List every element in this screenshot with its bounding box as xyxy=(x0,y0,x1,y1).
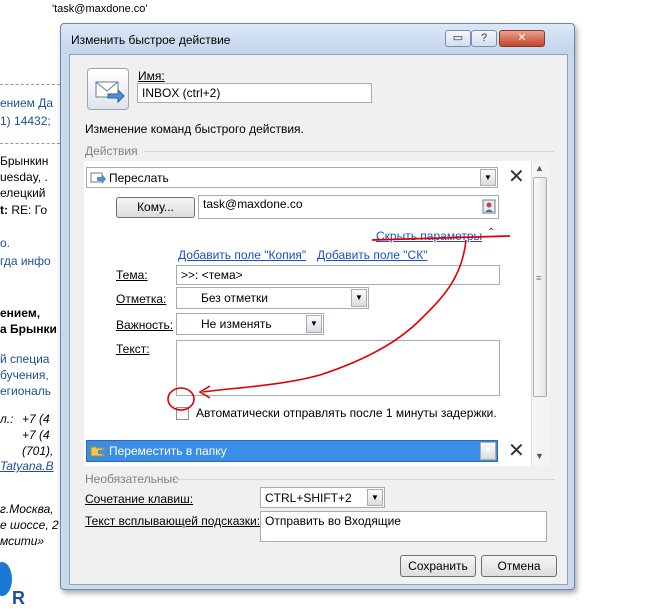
restore-icon: ▭ xyxy=(452,32,464,44)
bg-logo-icon xyxy=(0,562,12,596)
scroll-down-icon[interactable]: ▼ xyxy=(535,451,544,461)
bg-divider xyxy=(0,84,60,85)
edit-quick-step-dialog: Изменить быстрое действие ▭ ? ✕ Имя: INB… xyxy=(60,23,575,590)
chevron-down-icon[interactable]: ▼ xyxy=(351,289,367,307)
chevron-down-icon[interactable]: ▼ xyxy=(306,315,322,333)
bg-text-line: uesday, . xyxy=(0,170,48,184)
actions-list: Переслать ▼ ✕ Кому... task@maxdone.co Ск… xyxy=(84,161,549,466)
bg-text-line: Брынкин xyxy=(0,154,49,168)
actions-section-label: Действия xyxy=(85,144,138,158)
help-icon: ? xyxy=(480,32,488,44)
flag-select[interactable]: Без отметки ▼ xyxy=(176,287,369,309)
importance-select[interactable]: Не изменять ▼ xyxy=(176,313,324,335)
tooltip-label: Текст всплывающей подсказки: xyxy=(85,514,261,528)
scroll-up-icon[interactable]: ▲ xyxy=(535,163,544,173)
bg-text-line: ением Да xyxy=(0,96,54,110)
flag-label: Отметка: xyxy=(116,292,167,306)
action-move-select[interactable]: Переместить в папку ▼ xyxy=(86,440,498,462)
dialog-title: Изменить быстрое действие xyxy=(71,33,231,47)
add-cc-link[interactable]: Добавить поле "Копия" xyxy=(178,248,306,262)
scrollbar-thumb[interactable]: ≡ xyxy=(533,177,547,397)
description-text: Изменение команд быстрого действия. xyxy=(85,122,304,136)
collapse-icon[interactable]: ⌃ xyxy=(487,227,495,238)
quick-step-icon[interactable] xyxy=(87,68,129,110)
action-move-value: Переместить в папку xyxy=(109,444,227,458)
text-label: Текст: xyxy=(116,342,150,356)
delete-action-forward-icon[interactable]: ✕ xyxy=(508,167,525,187)
forward-icon xyxy=(90,171,106,188)
chevron-down-icon[interactable]: ▼ xyxy=(480,442,496,460)
bg-divider xyxy=(0,143,60,144)
save-button[interactable]: Сохранить xyxy=(400,555,476,577)
to-input-value: task@maxdone.co xyxy=(203,197,303,211)
restore-button[interactable]: ▭ xyxy=(445,30,471,47)
to-input[interactable]: task@maxdone.co xyxy=(198,195,499,219)
bg-text-line: R xyxy=(12,588,25,608)
to-button[interactable]: Кому... xyxy=(116,197,195,218)
bg-label: t: xyxy=(0,203,8,217)
delete-action-move-icon[interactable]: ✕ xyxy=(508,441,525,461)
action-forward-select[interactable]: Переслать ▼ xyxy=(86,167,498,188)
tooltip-input[interactable]: Отправить во Входящие xyxy=(260,511,547,542)
address-book-icon[interactable] xyxy=(482,199,497,217)
optional-section-label: Необязательные xyxy=(85,472,179,486)
shortcut-label: Сочетание клавиш: xyxy=(85,492,194,506)
bg-email-address: 'task@maxdone.co' xyxy=(52,3,148,15)
dialog-client: Имя: INBOX (ctrl+2) Изменение команд быс… xyxy=(69,54,568,585)
bg-text-line: л.: xyxy=(0,412,14,426)
move-to-folder-icon xyxy=(90,444,106,461)
bg-text-line: мсити» xyxy=(0,534,45,548)
close-icon: ✕ xyxy=(517,32,527,44)
bg-text-line: елецкий xyxy=(0,186,46,200)
name-input[interactable]: INBOX (ctrl+2) xyxy=(137,83,372,103)
help-button[interactable]: ? xyxy=(471,30,497,47)
cancel-button[interactable]: Отмена xyxy=(481,555,557,577)
dialog-titlebar[interactable]: Изменить быстрое действие ▭ ? ✕ xyxy=(61,24,574,54)
bg-link[interactable]: Tatyana.B xyxy=(0,459,54,473)
bg-text-line: 1) 14432; xyxy=(0,114,51,128)
bg-text-line: й специа xyxy=(0,352,50,366)
bg-text-line: (701), xyxy=(22,444,54,458)
bg-text-line: гда инфо xyxy=(0,254,51,268)
bg-text-line: o. xyxy=(0,236,11,250)
bg-text-line: а Брынки xyxy=(0,322,57,336)
optional-divider xyxy=(175,479,555,480)
bg-text-line: г.Москва, xyxy=(0,502,54,516)
bg-text-line: егиональ xyxy=(0,384,51,398)
shortcut-select[interactable]: CTRL+SHIFT+2 ▼ xyxy=(260,487,385,508)
auto-send-label: Автоматически отправлять после 1 минуты … xyxy=(196,406,497,420)
actions-divider xyxy=(144,151,554,152)
flag-value: Без отметки xyxy=(201,291,269,305)
bg-text-line: бучения, xyxy=(0,368,49,382)
chevron-down-icon[interactable]: ▼ xyxy=(367,489,383,506)
action-forward-value: Переслать xyxy=(109,171,169,185)
importance-value: Не изменять xyxy=(201,317,272,331)
subject-label: Тема: xyxy=(116,268,148,282)
thumb-grip-icon: ≡ xyxy=(536,273,542,283)
shortcut-value: CTRL+SHIFT+2 xyxy=(265,491,352,505)
auto-send-checkbox[interactable] xyxy=(176,407,189,420)
chevron-down-icon[interactable]: ▼ xyxy=(480,169,496,186)
bg-text-line: RE: Го xyxy=(11,203,48,217)
bg-text-line: ением, xyxy=(0,306,41,320)
close-button[interactable]: ✕ xyxy=(499,30,545,47)
actions-scrollbar[interactable]: ▲ ≡ ▼ xyxy=(531,161,549,466)
bg-text-line: +7 (4 xyxy=(22,428,50,442)
subject-input[interactable]: >>: <тема> xyxy=(176,265,500,285)
bg-text-line: е шоссе, 2 xyxy=(0,518,59,532)
importance-label: Важность: xyxy=(116,318,174,332)
add-bcc-link[interactable]: Добавить поле "СК" xyxy=(317,248,427,262)
bg-text-line: +7 (4 xyxy=(22,412,50,426)
name-label: Имя: xyxy=(138,69,165,83)
text-input[interactable] xyxy=(176,340,500,396)
hide-options-link[interactable]: Скрыть параметры xyxy=(376,229,482,243)
